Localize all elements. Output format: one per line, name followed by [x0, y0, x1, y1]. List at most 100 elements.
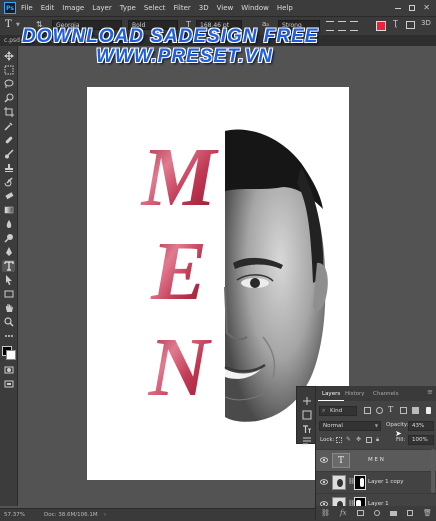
opacity-label: Opacity: [386, 422, 409, 428]
align-center-icon[interactable] [338, 21, 346, 31]
layers-panel: Layers History Channels ≡ ⌕ Kind T Norma… [315, 386, 436, 520]
filter-toggle-icon[interactable] [426, 407, 431, 414]
paragraph-panel-icon[interactable] [302, 431, 312, 445]
zoom-tool-icon[interactable] [2, 316, 15, 328]
filter-type-icon[interactable]: T [388, 405, 393, 414]
history-panel-icon[interactable] [302, 391, 312, 405]
character-panel-icon[interactable] [302, 419, 312, 433]
eye-icon[interactable] [320, 457, 328, 463]
panel-menu-icon[interactable]: ≡ [427, 388, 433, 396]
gradient-tool-icon[interactable] [2, 204, 15, 216]
delete-layer-icon[interactable]: 🗑︎ [423, 509, 432, 517]
filter-kind-select[interactable]: ⌕ Kind [319, 406, 357, 416]
menu-filter[interactable]: Filter [173, 4, 190, 12]
lasso-tool-icon[interactable] [2, 78, 15, 90]
crop-tool-icon[interactable] [2, 106, 15, 118]
filter-shape-icon[interactable] [400, 407, 407, 414]
zoom-level[interactable]: 57.37% [4, 509, 25, 521]
history-brush-tool-icon[interactable] [2, 176, 15, 188]
layer-mask-thumbnail[interactable] [354, 475, 366, 490]
layer-row-men[interactable]: T M E N [316, 449, 436, 471]
filter-adjustment-icon[interactable] [376, 407, 383, 414]
maximize-icon[interactable] [409, 5, 416, 11]
lock-transparent-icon[interactable] [336, 437, 342, 443]
hand-tool-icon[interactable] [2, 302, 15, 314]
screen-mode-icon[interactable] [2, 378, 15, 390]
clone-stamp-tool-icon[interactable] [2, 162, 15, 174]
eye-icon[interactable] [320, 479, 328, 485]
menu-select[interactable]: Select [144, 4, 166, 12]
more-tools-icon[interactable] [2, 330, 15, 342]
watermark-line-2: WWW.PRESET.VN [96, 46, 273, 67]
path-selection-tool-icon[interactable] [2, 274, 15, 286]
blur-tool-icon[interactable] [2, 218, 15, 230]
brush-tool-icon[interactable] [2, 148, 15, 160]
filter-smart-object-icon[interactable] [412, 407, 419, 414]
fill-field[interactable]: 100% [408, 435, 434, 445]
healing-brush-tool-icon[interactable] [2, 134, 15, 146]
tools-panel [0, 46, 18, 506]
3d-icon[interactable]: 3D [421, 19, 431, 27]
layers-scrollbar[interactable] [431, 449, 435, 493]
search-icon: ⌕ [322, 407, 326, 414]
menu-help[interactable]: Help [277, 4, 293, 12]
menu-3d[interactable]: 3D [199, 4, 209, 12]
photoshop-logo: Ps [4, 2, 16, 14]
menu-edit[interactable]: Edit [41, 4, 55, 12]
lock-all-icon[interactable]: 🔒︎ [376, 436, 379, 444]
background-color-swatch[interactable] [6, 350, 16, 360]
lock-image-icon[interactable]: ✎ [346, 436, 351, 443]
blend-mode-label: Normal [323, 423, 343, 429]
menu-layer[interactable]: Layer [92, 4, 112, 12]
chevron-down-icon[interactable]: ▼ [16, 22, 20, 28]
blend-mode-select[interactable]: Normal ▼ [319, 421, 381, 431]
dodge-tool-icon[interactable] [2, 232, 15, 244]
marquee-tool-icon[interactable] [2, 64, 15, 76]
pen-tool-icon[interactable] [2, 246, 15, 258]
menu-view[interactable]: View [217, 4, 234, 12]
opacity-value: 43% [412, 423, 425, 429]
layer-thumbnail [332, 475, 346, 490]
canvas-letter-e: E [150, 225, 207, 318]
text-color-swatch[interactable] [376, 21, 386, 31]
watermark-line-1: DOWNLOAD SADESIGN FREE [22, 26, 319, 47]
move-tool-icon[interactable] [2, 50, 15, 62]
menu-window[interactable]: Window [241, 4, 269, 12]
add-mask-icon[interactable] [356, 510, 364, 516]
align-left-icon[interactable] [326, 21, 334, 31]
tab-channels[interactable]: Channels [369, 389, 402, 400]
close-icon[interactable]: ✕ [423, 3, 430, 13]
eraser-tool-icon[interactable] [2, 190, 15, 202]
new-group-icon[interactable] [389, 510, 397, 516]
text-layer-thumbnail: T [332, 453, 350, 468]
canvas-letter-m: M [140, 131, 220, 224]
properties-panel-icon[interactable] [302, 405, 312, 420]
eyedropper-tool-icon[interactable] [2, 120, 15, 132]
lock-label: Lock: [320, 437, 335, 443]
type-tool-icon[interactable]: T [5, 19, 12, 30]
layer-row-layer-1-copy[interactable]: ⛓ Layer 1 copy [316, 471, 436, 493]
menu-image[interactable]: Image [62, 4, 84, 12]
link-layers-icon[interactable]: ⛓ [321, 509, 330, 517]
warp-text-icon[interactable]: Ʈ [393, 19, 398, 28]
status-arrow-icon[interactable]: › [104, 509, 106, 521]
menu-file[interactable]: File [21, 4, 33, 12]
new-layer-icon[interactable] [406, 510, 413, 516]
menu-type[interactable]: Type [120, 4, 136, 12]
type-tool-icon[interactable] [2, 260, 15, 272]
filter-pixel-icon[interactable] [364, 407, 371, 414]
layer-style-icon[interactable]: fx [340, 509, 347, 517]
quick-mask-icon[interactable] [2, 364, 15, 376]
quick-select-tool-icon[interactable] [2, 92, 15, 104]
lock-artboard-icon[interactable] [366, 437, 372, 443]
rectangle-tool-icon[interactable] [2, 288, 15, 300]
opacity-field[interactable]: 43% [408, 421, 434, 431]
lock-position-icon[interactable]: ✥ [356, 436, 361, 443]
tab-history[interactable]: History [341, 389, 369, 400]
adjustment-layer-icon[interactable] [373, 510, 380, 516]
layer-name: M E N [368, 457, 384, 463]
minimize-icon[interactable] [395, 8, 402, 9]
panels-icon[interactable] [406, 21, 415, 29]
chevron-down-icon: ▼ [374, 423, 378, 428]
align-right-icon[interactable] [350, 21, 358, 31]
